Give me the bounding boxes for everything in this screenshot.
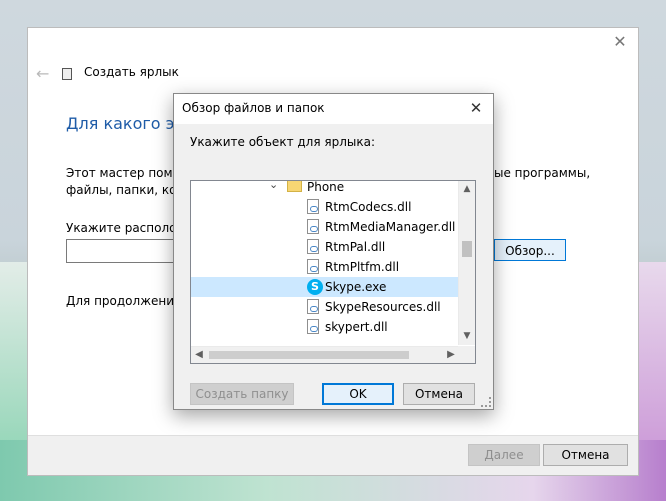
browse-dialog: Обзор файлов и папок ✕ Укажите объект дл… bbox=[173, 93, 494, 410]
wizard-title: Создать ярлык bbox=[84, 65, 179, 79]
vertical-scrollbar[interactable]: ▲ ▼ bbox=[458, 181, 475, 345]
dll-file-icon bbox=[307, 219, 319, 234]
scroll-left-icon[interactable]: ◀ bbox=[191, 347, 207, 363]
dialog-close-icon[interactable]: ✕ bbox=[467, 99, 485, 117]
chevron-down-icon[interactable]: ⌄ bbox=[269, 181, 278, 191]
dialog-titlebar: Обзор файлов и папок ✕ bbox=[174, 94, 493, 124]
scroll-up-icon[interactable]: ▲ bbox=[459, 181, 475, 198]
tree-item-label: Skype.exe bbox=[325, 280, 387, 294]
wizard-cancel-button[interactable]: Отмена bbox=[543, 444, 628, 466]
tree-item-label: RtmMediaManager.dll bbox=[325, 220, 456, 234]
tree-file-item[interactable]: RtmPltfm.dll bbox=[191, 257, 459, 277]
dialog-cancel-button[interactable]: Отмена bbox=[403, 383, 475, 405]
tree-file-item[interactable]: skypert.dll bbox=[191, 317, 459, 337]
dialog-title: Обзор файлов и папок bbox=[182, 101, 325, 115]
scroll-right-icon[interactable]: ▶ bbox=[443, 347, 459, 363]
scroll-corner bbox=[458, 346, 475, 363]
browse-button[interactable]: Обзор... bbox=[494, 239, 566, 261]
scroll-thumb-horizontal[interactable] bbox=[209, 351, 409, 359]
wizard-footer: Далее Отмена bbox=[28, 435, 638, 475]
tree-item-label: skypert.dll bbox=[325, 320, 388, 334]
tree-file-item[interactable]: RtmMediaManager.dll bbox=[191, 217, 459, 237]
horizontal-scrollbar[interactable]: ◀ ▶ bbox=[191, 346, 459, 363]
file-tree-rows: ⌄ Phone RtmCodecs.dll RtmMediaManager.dll Rt… bbox=[191, 181, 459, 345]
folder-icon bbox=[287, 181, 302, 192]
ok-button[interactable]: OK bbox=[322, 383, 394, 405]
skype-icon: S bbox=[307, 279, 323, 295]
tree-file-item[interactable]: SkypeResources.dll bbox=[191, 297, 459, 317]
wizard-description-tail: ые программы, bbox=[494, 166, 591, 180]
back-arrow-icon[interactable]: ← bbox=[36, 64, 49, 83]
file-tree[interactable]: ⌄ Phone RtmCodecs.dll RtmMediaManager.dll Rt… bbox=[190, 180, 476, 364]
dll-file-icon bbox=[307, 299, 319, 314]
scroll-thumb[interactable] bbox=[462, 241, 472, 257]
shortcut-app-icon bbox=[62, 68, 72, 80]
dll-file-icon bbox=[307, 239, 319, 254]
tree-item-label: SkypeResources.dll bbox=[325, 300, 441, 314]
tree-item-label: RtmCodecs.dll bbox=[325, 200, 412, 214]
wizard-close-icon[interactable]: ✕ bbox=[610, 32, 630, 52]
dll-file-icon bbox=[307, 259, 319, 274]
dialog-prompt: Укажите объект для ярлыка: bbox=[190, 135, 375, 149]
scroll-down-icon[interactable]: ▼ bbox=[459, 328, 475, 345]
tree-file-item[interactable]: S Skype.exe bbox=[191, 277, 459, 297]
new-folder-button[interactable]: Создать папку bbox=[190, 383, 294, 405]
location-input[interactable] bbox=[66, 239, 178, 263]
tree-folder-item[interactable]: ⌄ Phone bbox=[191, 181, 459, 197]
next-button[interactable]: Далее bbox=[468, 444, 540, 466]
resize-grip-icon[interactable] bbox=[481, 397, 491, 407]
tree-file-item[interactable]: RtmCodecs.dll bbox=[191, 197, 459, 217]
dll-file-icon bbox=[307, 319, 319, 334]
tree-file-item[interactable]: RtmPal.dll bbox=[191, 237, 459, 257]
tree-item-label: Phone bbox=[307, 181, 345, 194]
tree-item-label: RtmPltfm.dll bbox=[325, 260, 400, 274]
dll-file-icon bbox=[307, 199, 319, 214]
tree-item-label: RtmPal.dll bbox=[325, 240, 386, 254]
